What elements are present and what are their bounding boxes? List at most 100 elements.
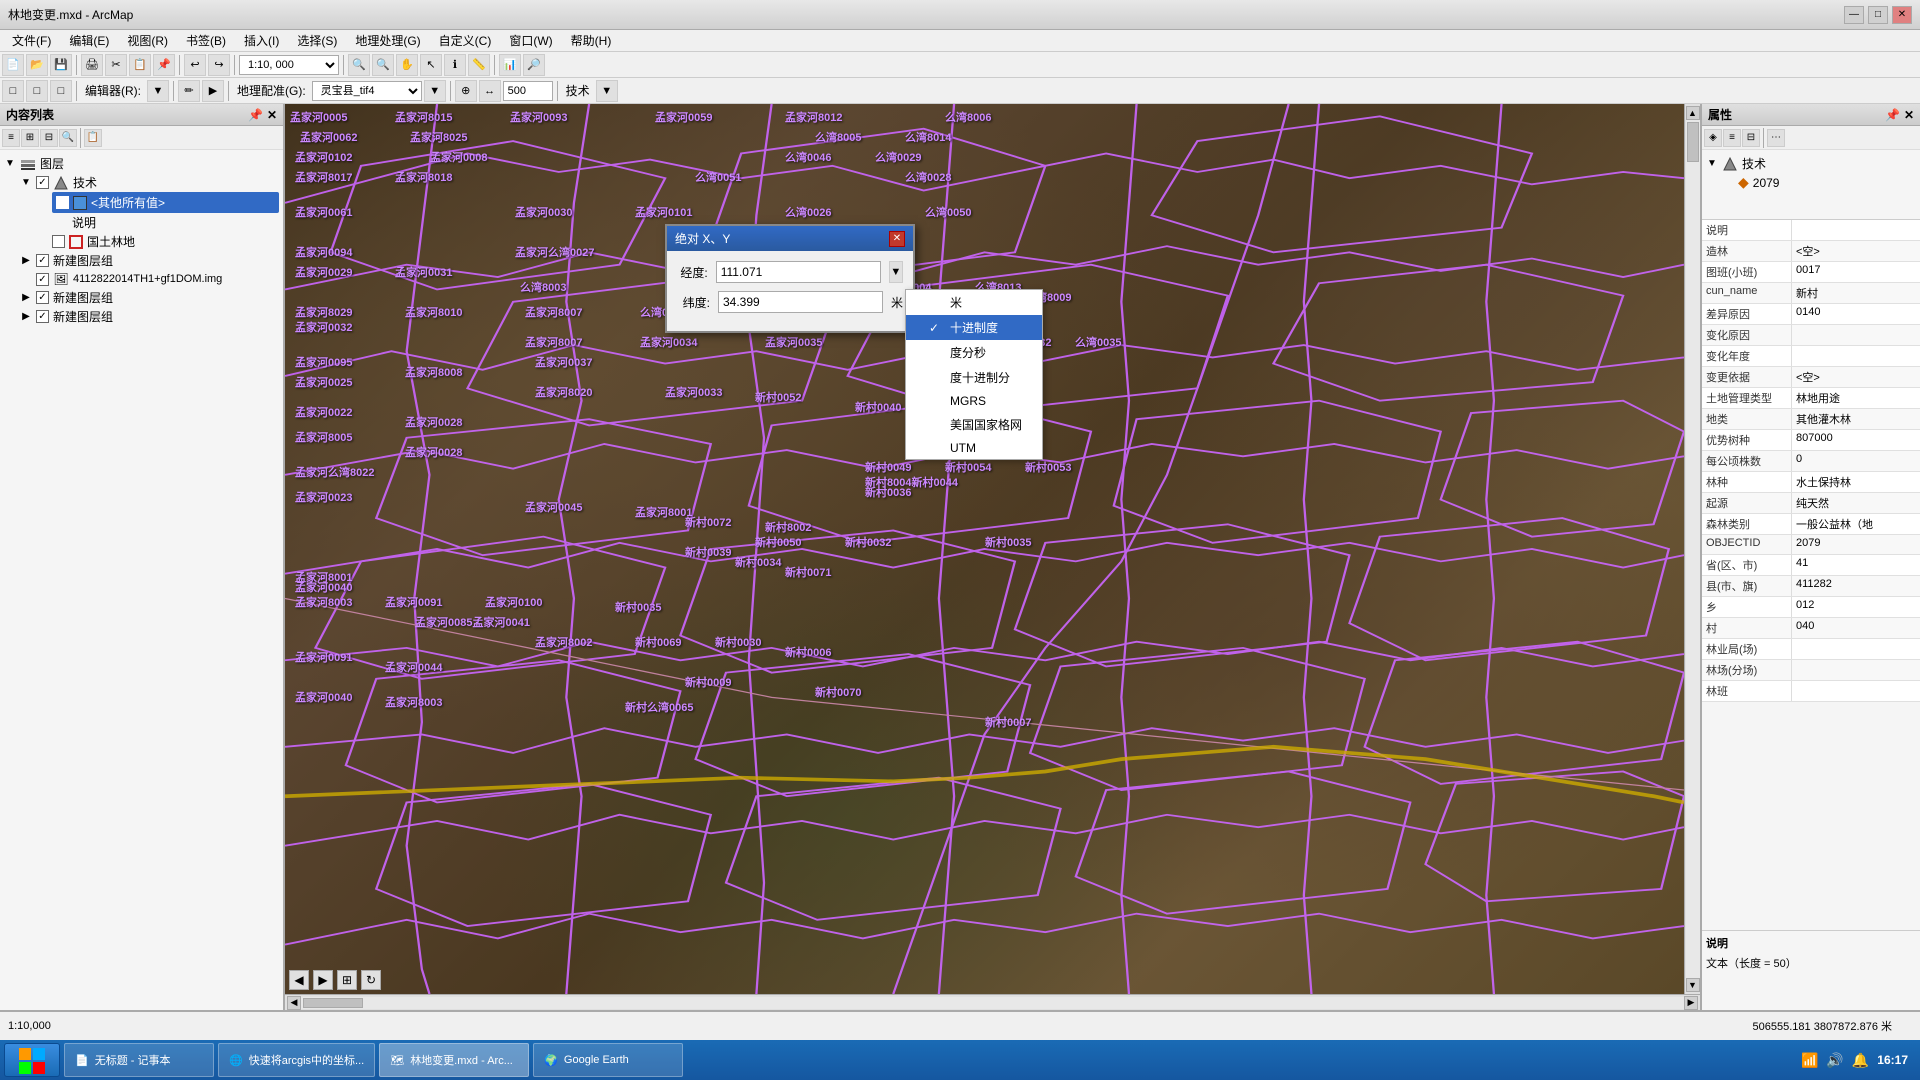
map-area[interactable]: 孟家河0005 孟家河8015 孟家河0093 孟家河0059 孟家河8012 … bbox=[285, 104, 1684, 994]
tb-paste[interactable]: 📌 bbox=[153, 54, 175, 76]
expand-icon[interactable]: ▼ bbox=[4, 158, 16, 170]
tb-geo-tool2[interactable]: ↔ bbox=[479, 80, 501, 102]
checkbox-jishu[interactable] bbox=[36, 176, 49, 189]
tree-item-shuoming[interactable]: 说明 bbox=[52, 213, 279, 232]
tb-cut[interactable]: ✂ bbox=[105, 54, 127, 76]
tb-find[interactable]: 🔎 bbox=[523, 54, 545, 76]
tb-ed2[interactable]: □ bbox=[26, 80, 48, 102]
attr-pin-btn[interactable]: 📌 bbox=[1885, 108, 1900, 122]
attr-tree-jishu[interactable]: ▼ 技术 bbox=[1706, 154, 1916, 173]
tb-identify[interactable]: ℹ bbox=[444, 54, 466, 76]
scroll-thumb-h[interactable] bbox=[303, 998, 363, 1008]
scale-selector[interactable]: 1:10, 000 1:5,000 1:25,000 bbox=[239, 55, 339, 75]
notification-icon[interactable]: 🔔 bbox=[1852, 1052, 1869, 1069]
menu-edit[interactable]: 编辑(E) bbox=[61, 30, 117, 51]
tb-sketch2[interactable]: ▶ bbox=[202, 80, 224, 102]
tb-open[interactable]: 📂 bbox=[26, 54, 48, 76]
tb-ed3[interactable]: □ bbox=[50, 80, 72, 102]
tb-print[interactable]: 🖨 bbox=[81, 54, 103, 76]
list-view-btn2[interactable]: ⊞ bbox=[21, 129, 39, 147]
tb-new[interactable]: 📄 bbox=[2, 54, 24, 76]
scroll-track-h[interactable] bbox=[301, 997, 1684, 1009]
tb-copy[interactable]: 📋 bbox=[129, 54, 151, 76]
start-button[interactable] bbox=[4, 1043, 60, 1077]
taskbar-arcmap[interactable]: 🗺 林地变更.mxd - Arc... bbox=[379, 1043, 529, 1077]
dropdown-item-meters[interactable]: 米 bbox=[906, 290, 1042, 315]
volume-icon[interactable]: 🔊 bbox=[1826, 1052, 1843, 1069]
dropdown-item-ddm[interactable]: 度十进制分 bbox=[906, 365, 1042, 390]
dropdown-item-decimal[interactable]: ✓ 十进制度 bbox=[906, 315, 1042, 340]
menu-window[interactable]: 窗口(W) bbox=[501, 30, 560, 51]
menu-customize[interactable]: 自定义(C) bbox=[431, 30, 500, 51]
checkbox-image[interactable] bbox=[36, 273, 49, 286]
tb-zoom-out[interactable]: 🔍 bbox=[372, 54, 394, 76]
attr-expand-jishu[interactable]: ▼ bbox=[1706, 158, 1718, 170]
speed-input[interactable] bbox=[503, 81, 553, 101]
list-view-btn5[interactable]: 📋 bbox=[84, 129, 102, 147]
expand-group1[interactable]: ▶ bbox=[20, 255, 32, 267]
attr-tree-2079[interactable]: ▶ ◆ 2079 bbox=[1722, 173, 1916, 192]
tree-item-jishu[interactable]: ▼ 技术 bbox=[20, 173, 279, 192]
tb-save[interactable]: 💾 bbox=[50, 54, 72, 76]
tree-item-image[interactable]: ▶ 🖼 4112822014TH1+gf1DOM.img bbox=[20, 270, 279, 288]
menu-file[interactable]: 文件(F) bbox=[4, 30, 59, 51]
map-scrollbar-vertical[interactable]: ▲ ▼ bbox=[1684, 104, 1700, 994]
minimize-button[interactable]: — bbox=[1844, 6, 1864, 24]
longitude-dropdown-btn[interactable]: ▼ bbox=[889, 261, 903, 283]
attr-close-btn[interactable]: ✕ bbox=[1904, 108, 1914, 122]
menu-bookmark[interactable]: 书签(B) bbox=[178, 30, 234, 51]
tree-item-group3[interactable]: ▶ 新建图层组 bbox=[20, 307, 279, 326]
map-scrollbar-horizontal[interactable]: ◀ ▶ bbox=[285, 994, 1700, 1010]
tree-item-layers[interactable]: ▼ 图层 bbox=[4, 154, 279, 173]
tb-redo[interactable]: ↪ bbox=[208, 54, 230, 76]
attr-tb-btn4[interactable]: ⋯ bbox=[1767, 129, 1785, 147]
attr-tb-btn3[interactable]: ⊟ bbox=[1742, 129, 1760, 147]
list-view-btn4[interactable]: 🔍 bbox=[59, 129, 77, 147]
checkbox-group1[interactable] bbox=[36, 254, 49, 267]
tree-item-group2[interactable]: ▶ 新建图层组 bbox=[20, 288, 279, 307]
attr-tb-btn1[interactable]: ◈ bbox=[1704, 129, 1722, 147]
expand-jishu[interactable]: ▼ bbox=[20, 177, 32, 189]
list-view-btn3[interactable]: ⊟ bbox=[40, 129, 58, 147]
dropdown-item-utm[interactable]: UTM bbox=[906, 437, 1042, 459]
taskbar-google-earth[interactable]: 🌍 Google Earth bbox=[533, 1043, 683, 1077]
pin-btn[interactable]: 📌 bbox=[248, 108, 263, 122]
nav-next-extent[interactable]: ▶ bbox=[313, 970, 333, 990]
system-clock[interactable]: 16:17 bbox=[1877, 1053, 1908, 1067]
expand-group2[interactable]: ▶ bbox=[20, 292, 32, 304]
window-controls[interactable]: — □ ✕ bbox=[1844, 6, 1912, 24]
layer-selector[interactable]: 灵宝县_tif4 bbox=[312, 81, 422, 101]
longitude-input[interactable] bbox=[716, 261, 881, 283]
tb-pan[interactable]: ✋ bbox=[396, 54, 418, 76]
tree-item-guotu[interactable]: 国土林地 bbox=[52, 232, 279, 251]
tb-measure[interactable]: 📏 bbox=[468, 54, 490, 76]
menu-select[interactable]: 选择(S) bbox=[289, 30, 345, 51]
maximize-button[interactable]: □ bbox=[1868, 6, 1888, 24]
scroll-right-btn[interactable]: ▶ bbox=[1684, 996, 1698, 1010]
menu-insert[interactable]: 插入(I) bbox=[236, 30, 287, 51]
checkbox-group3[interactable] bbox=[36, 310, 49, 323]
network-icon[interactable]: 📶 bbox=[1801, 1052, 1818, 1069]
dropdown-item-mgrs[interactable]: MGRS bbox=[906, 390, 1042, 412]
latitude-input[interactable] bbox=[718, 291, 883, 313]
tb-attr-table[interactable]: 📊 bbox=[499, 54, 521, 76]
expand-group3[interactable]: ▶ bbox=[20, 311, 32, 323]
scroll-thumb-v[interactable] bbox=[1687, 122, 1699, 162]
list-view-btn1[interactable]: ≡ bbox=[2, 129, 20, 147]
nav-refresh[interactable]: ↻ bbox=[361, 970, 381, 990]
tb-sketch1[interactable]: ✏ bbox=[178, 80, 200, 102]
tb-ed1[interactable]: □ bbox=[2, 80, 24, 102]
checkbox-guotu[interactable] bbox=[52, 235, 65, 248]
dropdown-item-usng[interactable]: 美国国家格网 bbox=[906, 412, 1042, 437]
tb-geo-tool1[interactable]: ⊕ bbox=[455, 80, 477, 102]
tb-zoom-in[interactable]: 🔍 bbox=[348, 54, 370, 76]
tree-item-other-values[interactable]: <其他所有值> bbox=[52, 192, 279, 213]
checkbox-group2[interactable] bbox=[36, 291, 49, 304]
close-btn[interactable]: ✕ bbox=[267, 108, 277, 122]
nav-prev-extent[interactable]: ◀ bbox=[289, 970, 309, 990]
tb-select[interactable]: ↖ bbox=[420, 54, 442, 76]
menu-help[interactable]: 帮助(H) bbox=[563, 30, 620, 51]
tb-geo-menu[interactable]: ▼ bbox=[424, 80, 446, 102]
checkbox-other[interactable] bbox=[56, 196, 69, 209]
dropdown-item-dms[interactable]: 度分秒 bbox=[906, 340, 1042, 365]
